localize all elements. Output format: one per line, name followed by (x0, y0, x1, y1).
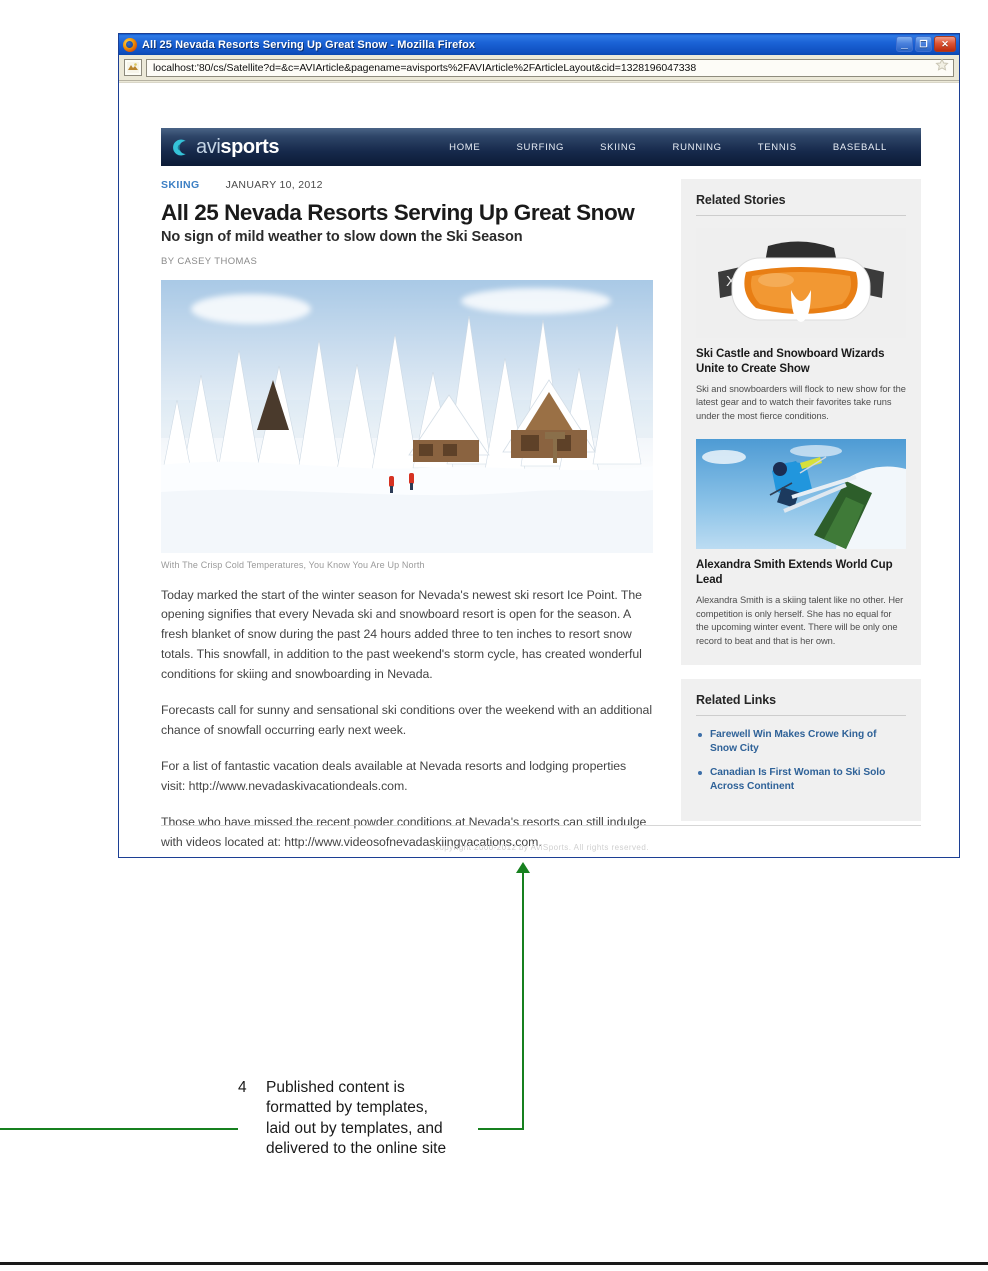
browser-toolbar: localhost:'80/cs/Satellite?d=&c=AVIArtic… (119, 55, 959, 81)
callout-arrowhead-icon (516, 862, 530, 873)
logo-suffix: sports (220, 136, 280, 158)
firefox-icon (123, 37, 137, 52)
bookmark-star-icon[interactable] (935, 58, 949, 77)
close-button[interactable]: ✕ (934, 36, 956, 52)
page-bottom-rule (0, 1262, 988, 1265)
logo-prefix: avi (196, 136, 221, 158)
ski-goggles-image: X X (696, 228, 906, 338)
list-item: Canadian Is First Woman to Ski Solo Acro… (696, 766, 906, 794)
related-links-panel: Related Links Farewell Win Makes Crowe K… (681, 679, 921, 822)
site-logo-text: avisports (196, 136, 280, 158)
window-controls: _ ❐ ✕ (896, 36, 956, 52)
browser-window: All 25 Nevada Resorts Serving Up Great S… (118, 33, 960, 858)
related-story-title[interactable]: Ski Castle and Snowboard Wizards Unite t… (696, 347, 906, 377)
callout-leader-right (478, 1128, 524, 1130)
nav-item-tennis[interactable]: TENNIS (740, 142, 815, 153)
article-category[interactable]: SKIING (161, 179, 200, 191)
main-navigation: HOME SURFING SKIING RUNNING TENNIS BASEB… (431, 142, 921, 153)
callout-line: laid out by templates, and (266, 1119, 443, 1137)
nav-item-skiing[interactable]: SKIING (582, 142, 654, 153)
sidebar: Related Stories X X (681, 179, 921, 822)
article-paragraph: Forecasts call for sunny and sensational… (161, 703, 653, 738)
nav-item-baseball[interactable]: BASEBALL (815, 142, 905, 153)
site-logo[interactable]: avisports (161, 136, 280, 158)
hero-caption: With The Crisp Cold Temperatures, You Kn… (161, 559, 425, 570)
hero-skier (389, 475, 394, 493)
related-links-title: Related Links (696, 693, 906, 717)
copyright-text: Copyright 2000-2012 by AviSports. All ri… (433, 843, 649, 852)
page-favicon (124, 59, 142, 76)
related-stories-title: Related Stories (696, 193, 906, 216)
related-link[interactable]: Farewell Win Makes Crowe King of Snow Ci… (710, 728, 906, 756)
restore-icon: ❐ (919, 38, 928, 49)
nav-item-running[interactable]: RUNNING (655, 142, 740, 153)
page-viewport: avisports HOME SURFING SKIING RUNNING TE… (119, 82, 959, 857)
restore-button[interactable]: ❐ (915, 36, 932, 52)
related-story[interactable]: Alexandra Smith Extends World Cup Lead A… (696, 439, 906, 648)
minimize-button[interactable]: _ (896, 36, 913, 52)
article-byline: BY CASEY THOMAS (161, 255, 258, 267)
article-subhead: No sign of mild weather to slow down the… (161, 229, 523, 246)
related-stories-panel: Related Stories X X (681, 179, 921, 666)
hero-skier (409, 472, 414, 490)
callout-leader-left (0, 1128, 238, 1130)
article-body: SKIING JANUARY 10, 2012 All 25 Nevada Re… (161, 179, 653, 853)
callout-line: formatted by templates, (266, 1099, 428, 1117)
article-paragraph: For a list of fantastic vacation deals a… (161, 758, 627, 793)
related-links-list: Farewell Win Makes Crowe King of Snow Ci… (696, 728, 906, 794)
callout-line: delivered to the online site (266, 1140, 447, 1158)
callout-annotation: 4 Published content is formatted by temp… (238, 1078, 478, 1160)
footer-divider (161, 825, 921, 826)
callout-leader-vertical (522, 871, 524, 1130)
related-story[interactable]: X X Ski Castle and Snowboard Wizards Uni… (696, 228, 906, 423)
hero-scene (161, 315, 653, 553)
article-date: JANUARY 10, 2012 (225, 179, 323, 191)
list-item: Farewell Win Makes Crowe King of Snow Ci… (696, 728, 906, 756)
skier-jump-image (696, 439, 906, 550)
window-titlebar: All 25 Nevada Resorts Serving Up Great S… (119, 34, 959, 55)
article-hero-image (161, 279, 653, 553)
minimize-icon: _ (901, 36, 908, 50)
address-bar[interactable]: localhost:'80/cs/Satellite?d=&c=AVIArtic… (146, 58, 954, 77)
url-text: localhost:'80/cs/Satellite?d=&c=AVIArtic… (153, 61, 697, 74)
callout-line: Published content is (266, 1079, 405, 1096)
related-story-title[interactable]: Alexandra Smith Extends World Cup Lead (696, 558, 906, 588)
window-title: All 25 Nevada Resorts Serving Up Great S… (142, 38, 476, 51)
site-header: avisports HOME SURFING SKIING RUNNING TE… (161, 128, 921, 166)
close-icon: ✕ (941, 38, 949, 49)
article-headline: All 25 Nevada Resorts Serving Up Great S… (161, 200, 635, 225)
callout-text: Published content is formatted by templa… (266, 1078, 446, 1160)
callout-number: 4 (238, 1079, 247, 1096)
related-link[interactable]: Canadian Is First Woman to Ski Solo Acro… (710, 766, 906, 794)
avisports-logo-icon (173, 139, 186, 155)
article-meta: SKIING JANUARY 10, 2012 (161, 179, 653, 191)
related-story-summary: Ski and snowboarders will flock to new s… (696, 383, 906, 421)
related-story-summary: Alexandra Smith is a skiing talent like … (696, 595, 904, 646)
nav-item-surfing[interactable]: SURFING (498, 142, 582, 153)
nav-item-home[interactable]: HOME (431, 142, 498, 153)
article-paragraph: Today marked the start of the winter sea… (161, 587, 642, 682)
